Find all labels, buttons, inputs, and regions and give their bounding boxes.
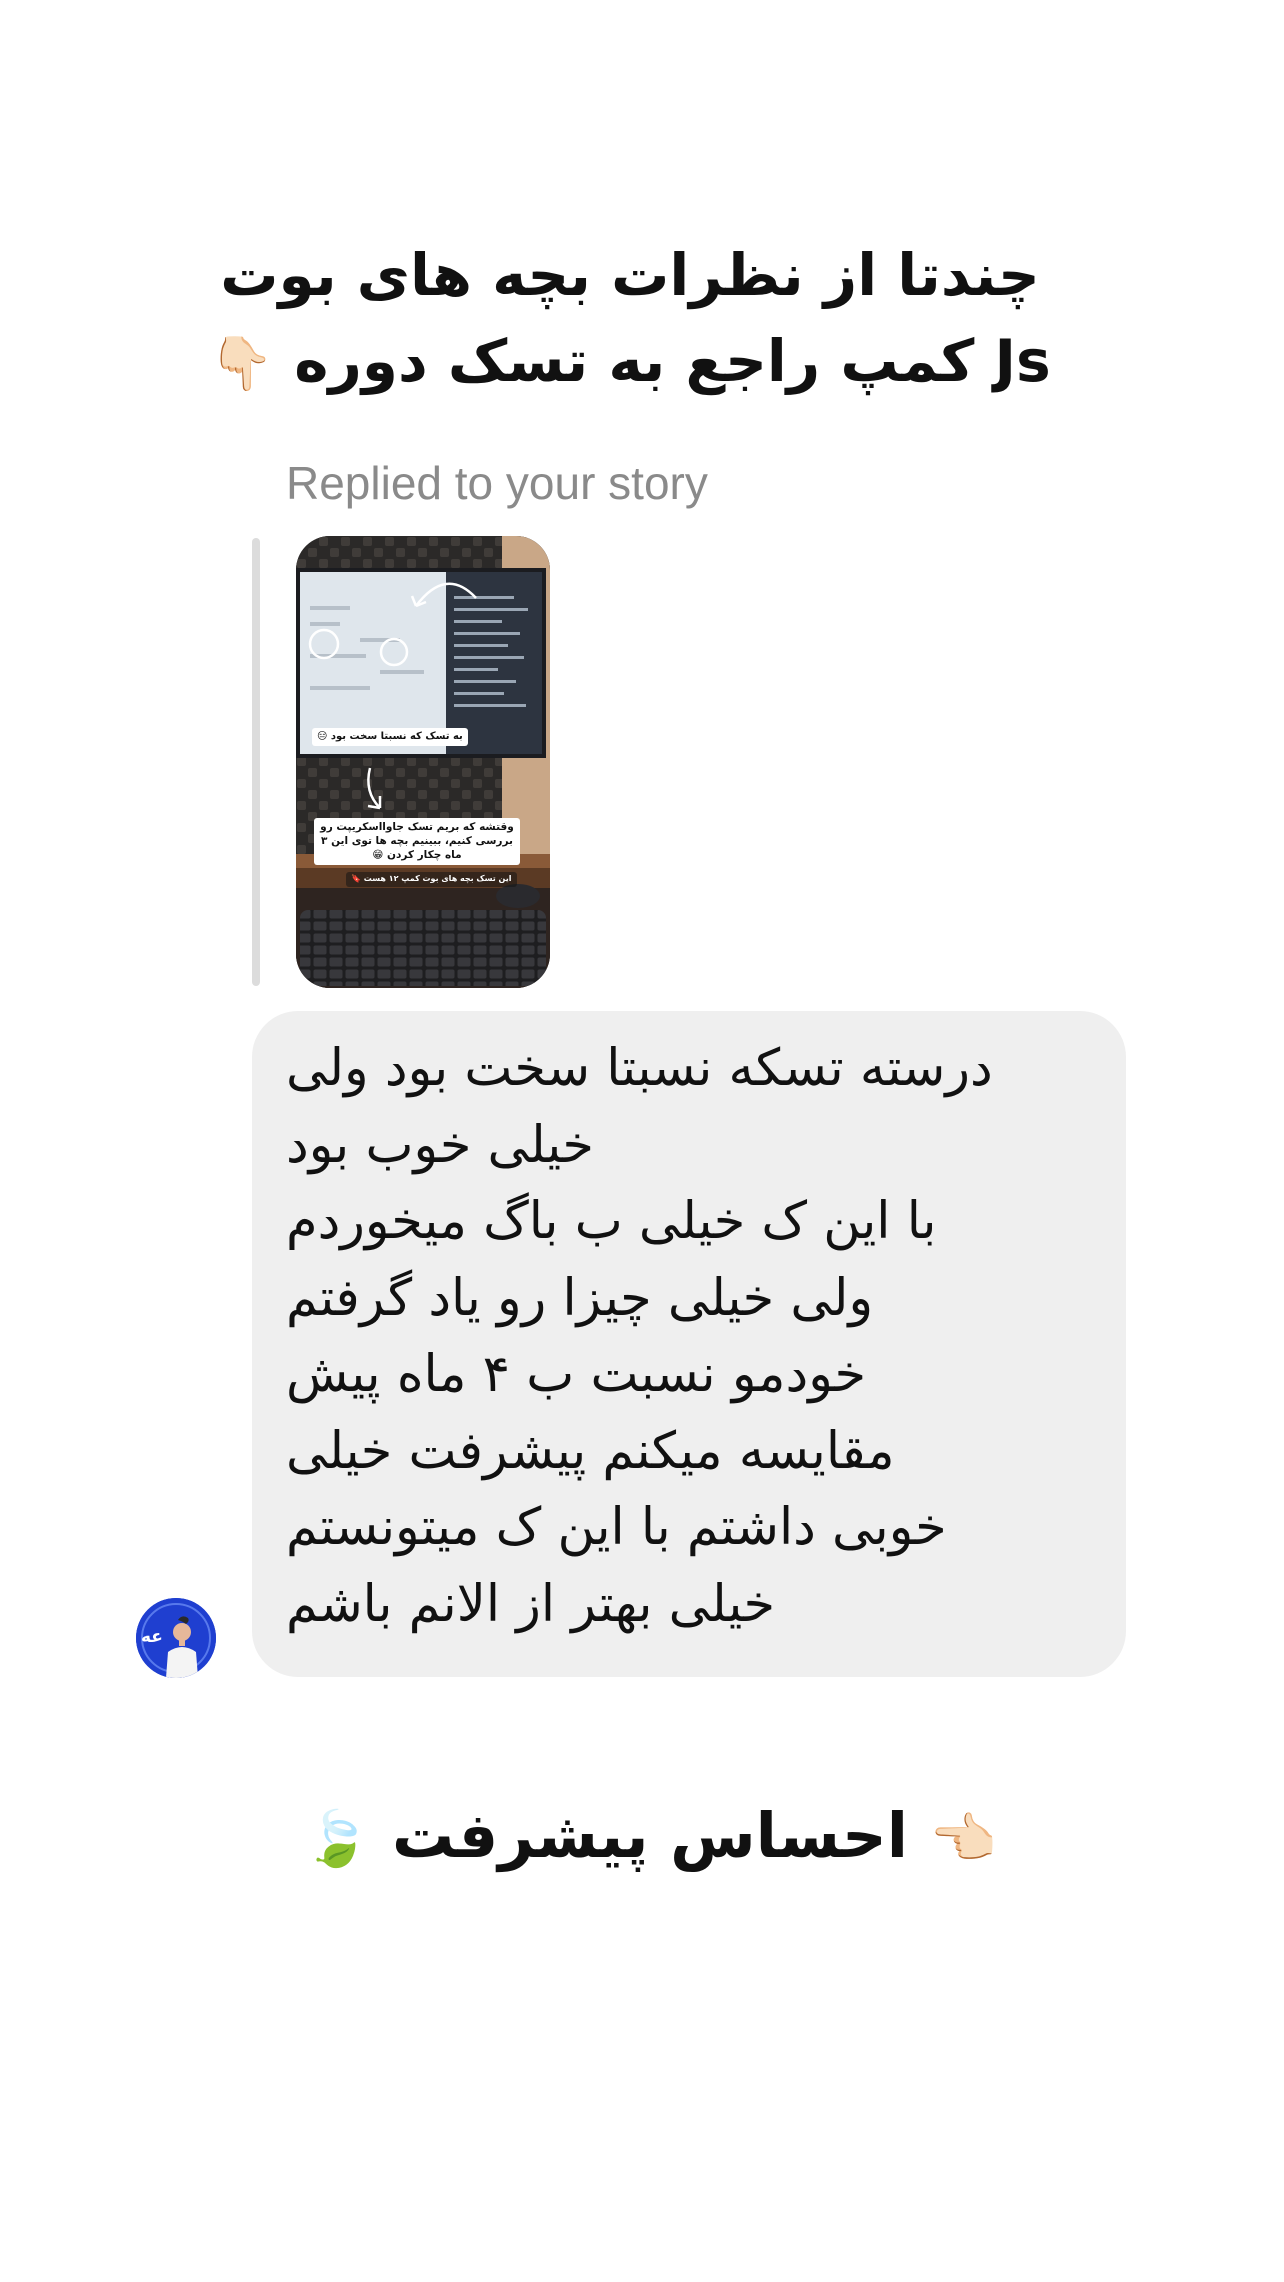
message-bubble[interactable]: درسته تسکه نسبتا سخت بود ولی خیلی خوب بو… <box>252 1011 1126 1677</box>
message-text: درسته تسکه نسبتا سخت بود ولی خیلی خوب بو… <box>286 1031 1084 1643</box>
message-line: خودمو نسبت ب ۴ ماه پیش <box>286 1345 867 1404</box>
story-thumbnail[interactable]: به تسک که نسبتا سخت بود 😑 وقتشه که بریم … <box>296 536 550 988</box>
post-heading: چندتا از نظرات بچه های بوت 👇🏻 کمپ راجع ب… <box>190 232 1070 407</box>
story-caption-1: به تسک که نسبتا سخت بود 😑 <box>312 728 468 746</box>
heading-line-2-text: کمپ راجع به تسک دوره Js <box>294 327 1051 395</box>
message-line: خیلی بهتر از الانم باشم <box>286 1574 775 1634</box>
pointing-left-icon: 👈🏻 <box>929 1807 997 1870</box>
story-caption-3: این تسک بچه های بوت کمپ ۱۲ هست 🔖 <box>346 872 517 887</box>
leaf-icon: 🍃 <box>303 1807 371 1870</box>
avatar-image: عه <box>136 1598 216 1678</box>
avatar[interactable]: عه <box>136 1598 216 1678</box>
message-line: با این ک خیلی ب باگ میخوردم <box>286 1192 937 1251</box>
replied-to-story-label: Replied to your story <box>286 457 708 509</box>
footer-caption: 🍃 احساس پیشرفت 👈🏻 <box>300 1796 1000 1879</box>
heading-line-2: 👇🏻 کمپ راجع به تسک دوره Js <box>190 318 1070 407</box>
story-photo <box>296 536 550 988</box>
message-line: مقایسه میکنم پیشرفت خیلی <box>286 1421 895 1481</box>
story-caption-2: وقتشه که بریم تسک جاوااسکریپت رو بررسی ک… <box>314 818 520 865</box>
message-line: خوبی داشتم با این ک میتونستم <box>286 1498 947 1557</box>
avatar-logo-text: عه <box>141 1627 163 1647</box>
message-line: درسته تسکه نسبتا سخت بود ولی <box>286 1039 993 1098</box>
message-line: ولی خیلی چیزا رو یاد گرفتم <box>286 1268 874 1328</box>
pointing-down-icon: 👇🏻 <box>209 334 275 394</box>
message-line: خیلی خوب بود <box>286 1115 594 1175</box>
heading-line-1: چندتا از نظرات بچه های بوت <box>220 241 1040 309</box>
footer-text: احساس پیشرفت <box>392 1799 908 1872</box>
reply-quote-bar <box>252 538 260 986</box>
